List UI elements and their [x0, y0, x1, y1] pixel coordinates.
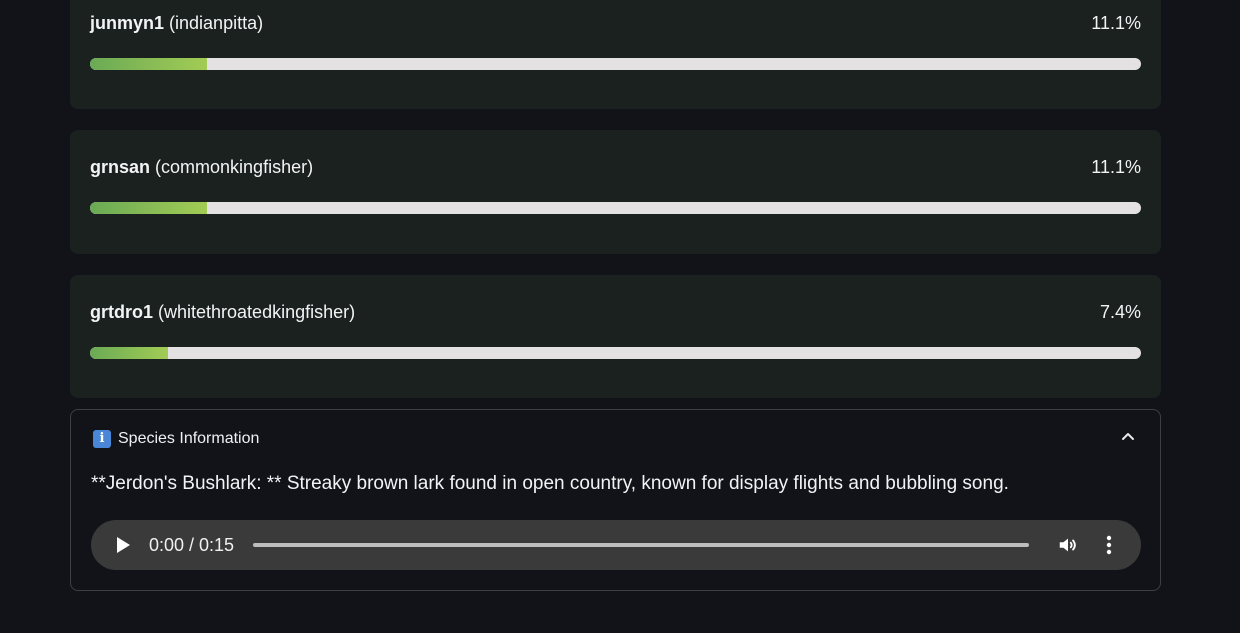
- confidence-bar-fill: [90, 202, 207, 214]
- info-icon: i: [93, 430, 111, 448]
- more-options-icon[interactable]: [1099, 533, 1119, 557]
- prediction-card: grtdro1 (whitethroatedkingfisher) 7.4%: [70, 275, 1161, 398]
- species-label: grnsan (commonkingfisher): [90, 156, 313, 178]
- prediction-card: junmyn1 (indianpitta) 11.1%: [70, 0, 1161, 109]
- species-label: junmyn1 (indianpitta): [90, 12, 263, 34]
- species-name: (indianpitta): [169, 13, 264, 33]
- species-description: **Jerdon's Bushlark: ** Streaky brown la…: [91, 473, 1009, 494]
- confidence-bar-track: [90, 58, 1141, 70]
- confidence-bar-track: [90, 347, 1141, 359]
- play-icon[interactable]: [117, 537, 130, 553]
- confidence-bar-fill: [90, 347, 168, 359]
- species-name: (whitethroatedkingfisher): [158, 302, 356, 322]
- species-info-expander: i Species Information **Jerdon's Bushlar…: [70, 409, 1161, 591]
- prediction-header: grnsan (commonkingfisher) 11.1%: [90, 156, 1141, 200]
- prediction-header: junmyn1 (indianpitta) 11.1%: [90, 12, 1141, 56]
- species-code: grnsan: [90, 157, 151, 177]
- confidence-percent: 11.1%: [1091, 157, 1141, 177]
- confidence-percent: 11.1%: [1091, 13, 1141, 33]
- audio-player: 0:00 / 0:15: [91, 520, 1141, 570]
- species-label: grtdro1 (whitethroatedkingfisher): [90, 301, 355, 323]
- audio-seek-bar[interactable]: [253, 543, 1029, 547]
- expander-title: Species Information: [118, 430, 260, 447]
- confidence-bar-track: [90, 202, 1141, 214]
- confidence-percent: 7.4%: [1099, 302, 1141, 322]
- prediction-header: grtdro1 (whitethroatedkingfisher) 7.4%: [90, 301, 1141, 345]
- confidence-bar-fill: [90, 58, 207, 70]
- page: junmyn1 (indianpitta) 11.1% grnsan (comm…: [0, 0, 1240, 633]
- prediction-card: grnsan (commonkingfisher) 11.1%: [70, 130, 1161, 254]
- audio-time: 0:00 / 0:15: [149, 535, 235, 555]
- expander-header[interactable]: i Species Information: [93, 428, 259, 450]
- chevron-up-icon[interactable]: [1120, 428, 1136, 444]
- species-code: grtdro1: [90, 302, 153, 322]
- volume-icon[interactable]: [1057, 534, 1079, 556]
- species-name: (commonkingfisher): [155, 157, 314, 177]
- species-code: junmyn1: [90, 13, 165, 33]
